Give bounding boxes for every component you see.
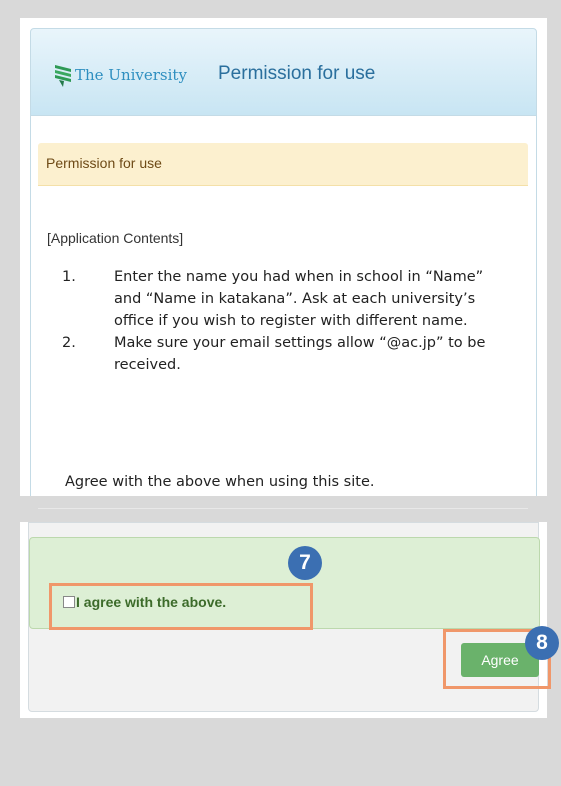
permission-panel: The University Permission for use Permis… bbox=[20, 18, 547, 509]
agreement-panel: I agree with the above. Agree bbox=[20, 522, 551, 718]
list-item-number: 1. bbox=[62, 269, 76, 285]
notice-heading-bar: Permission for use bbox=[38, 143, 528, 186]
list-item: 1. Enter the name you had when in school… bbox=[62, 266, 512, 332]
agreement-form: I agree with the above. Agree bbox=[28, 522, 551, 712]
list-item-text: Enter the name you had when in school in… bbox=[114, 269, 484, 329]
agree-checkbox-label[interactable]: I agree with the above. bbox=[76, 594, 226, 610]
logo-text: The University bbox=[75, 66, 187, 84]
section-label: [Application Contents] bbox=[47, 230, 184, 246]
notice-heading: Permission for use bbox=[46, 155, 162, 171]
step-badge-8: 8 bbox=[525, 626, 559, 660]
list-item-text: Make sure your email settings allow “@ac… bbox=[114, 335, 486, 373]
page-header: The University Permission for use bbox=[30, 28, 537, 116]
agree-checkbox-highlight[interactable]: I agree with the above. bbox=[49, 583, 313, 630]
rules-list: 1. Enter the name you had when in school… bbox=[62, 266, 512, 376]
page-title: Permission for use bbox=[218, 63, 376, 84]
list-item-number: 2. bbox=[62, 335, 76, 351]
agree-checkbox[interactable] bbox=[63, 596, 75, 608]
content-body: Permission for use [Application Contents… bbox=[30, 116, 537, 509]
divider bbox=[38, 508, 528, 509]
agreement-statement: Agree with the above when using this sit… bbox=[65, 474, 375, 490]
university-logo-icon bbox=[55, 65, 71, 87]
list-item: 2. Make sure your email settings allow “… bbox=[62, 332, 512, 376]
step-badge-7: 7 bbox=[288, 546, 322, 580]
agree-checkbox-area: I agree with the above. bbox=[29, 537, 540, 630]
